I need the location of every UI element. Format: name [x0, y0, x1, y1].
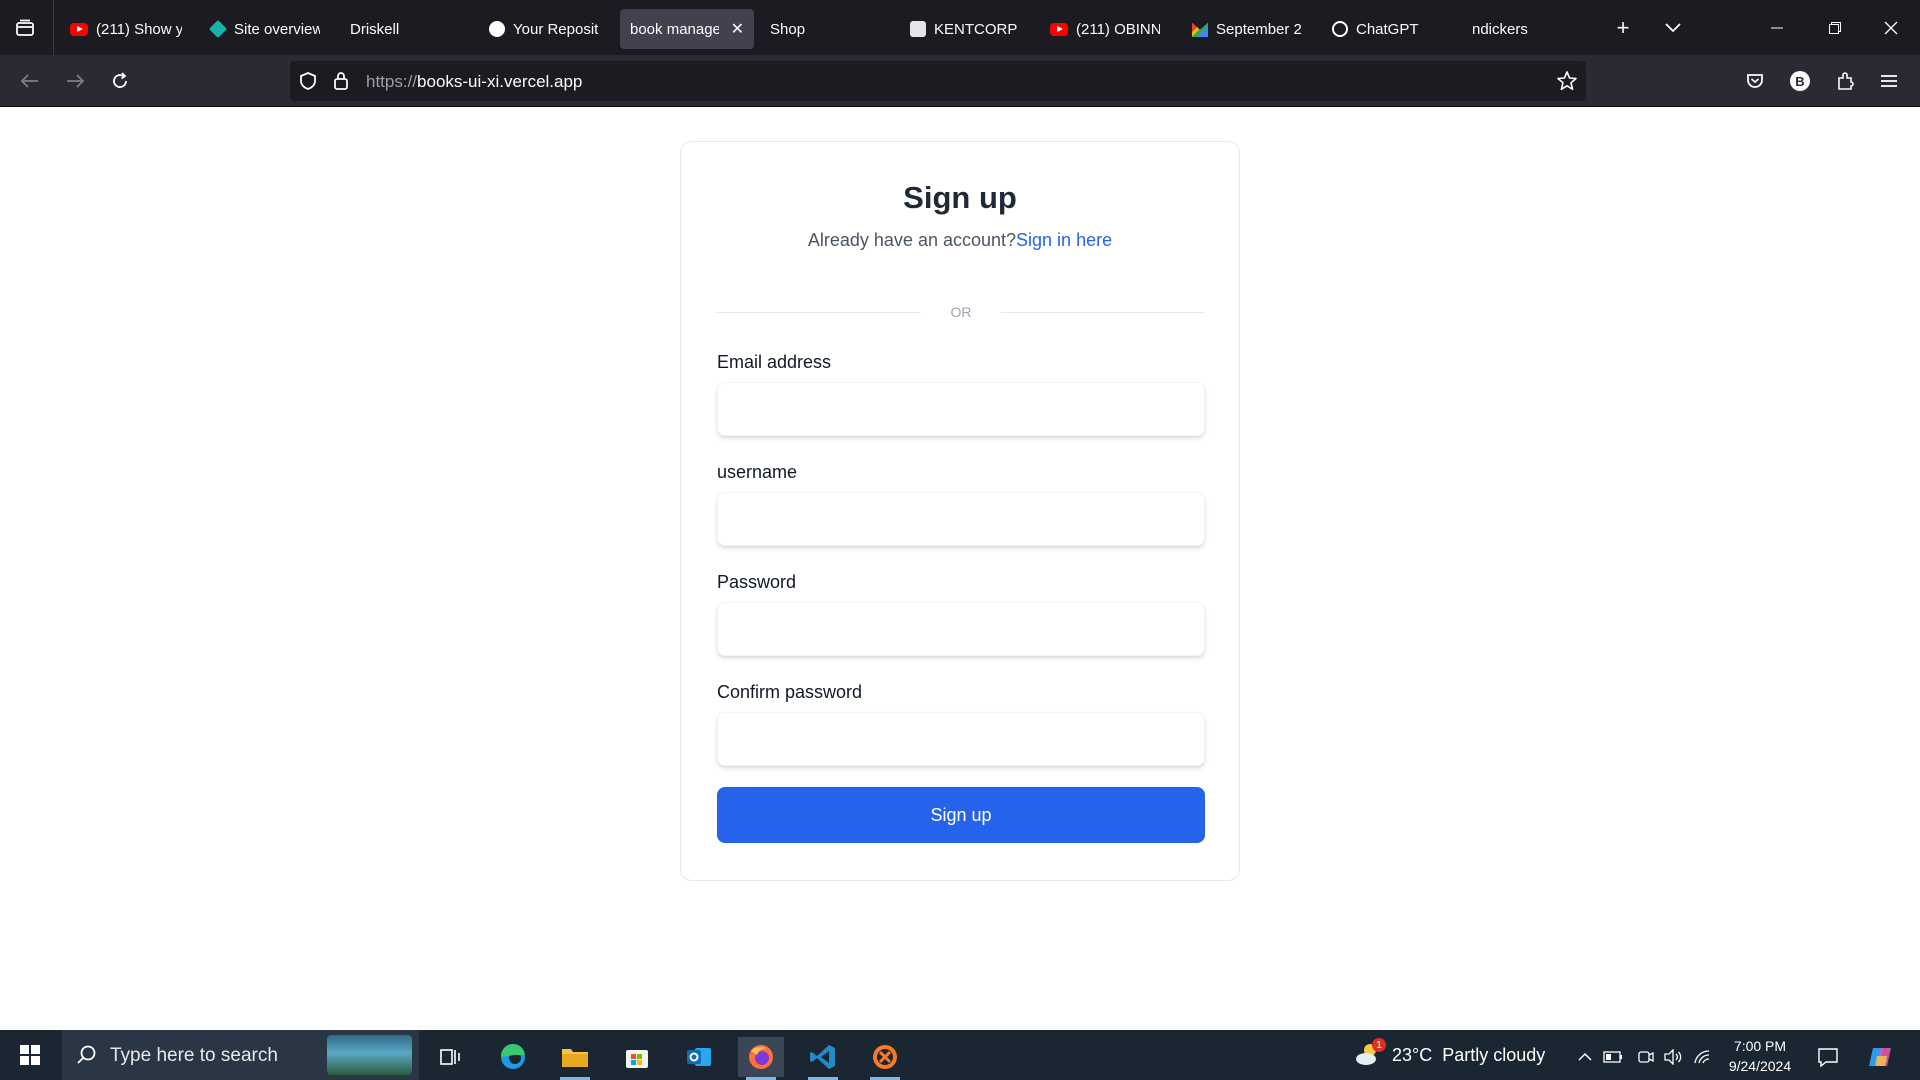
- new-tab-icon[interactable]: +: [1608, 14, 1638, 42]
- tab-label: (211) OBINN: [1076, 20, 1160, 38]
- pocket-icon[interactable]: [1738, 65, 1772, 97]
- username-field[interactable]: [717, 492, 1205, 546]
- tab-label: KENTCORP FI: [934, 20, 1020, 38]
- search-placeholder: Type here to search: [110, 1045, 278, 1066]
- restore-icon[interactable]: [1820, 14, 1850, 42]
- tab-site-overview[interactable]: Site overview: [200, 9, 330, 49]
- tab-label: Shop: [770, 20, 806, 38]
- close-window-icon[interactable]: [1876, 14, 1906, 42]
- copilot-icon[interactable]: [1858, 1037, 1902, 1077]
- password-field[interactable]: [717, 602, 1205, 656]
- youtube-icon: [1050, 22, 1068, 36]
- url-bar[interactable]: https://books-ui-xi.vercel.app: [290, 61, 1586, 101]
- battery-icon[interactable]: [1601, 1037, 1625, 1077]
- page-title: Sign up: [903, 180, 1017, 215]
- lock-icon[interactable]: [332, 70, 350, 97]
- back-icon[interactable]: [13, 65, 47, 97]
- tab-label: ChatGPT: [1356, 20, 1419, 38]
- email-field[interactable]: [717, 382, 1205, 436]
- tab-kentcorp[interactable]: KENTCORP FI: [900, 9, 1030, 49]
- close-tab-icon[interactable]: ✕: [731, 19, 744, 39]
- list-all-tabs-icon[interactable]: [1658, 14, 1688, 42]
- windows-start-icon[interactable]: [0, 1030, 60, 1080]
- file-explorer-icon[interactable]: [552, 1037, 598, 1080]
- vscode-icon[interactable]: [800, 1037, 846, 1080]
- clock-time: 7:00 PM: [1733, 1038, 1787, 1054]
- forward-icon[interactable]: [58, 65, 92, 97]
- browser-tab-strip: (211) Show y Site overview Driskell Your…: [0, 0, 1920, 55]
- weather-badge: 1: [1372, 1038, 1386, 1052]
- minimize-icon[interactable]: [1762, 14, 1792, 42]
- show-hidden-icons-icon[interactable]: [1573, 1037, 1597, 1077]
- xampp-icon[interactable]: [862, 1037, 908, 1080]
- tab-list-icon[interactable]: [10, 14, 40, 42]
- browser-navigation-bar: https://books-ui-xi.vercel.app B: [0, 55, 1920, 107]
- url-protocol: https://: [366, 72, 418, 91]
- weather-text: 23°C Partly cloudy: [1392, 1044, 1546, 1065]
- search-highlight-image[interactable]: [327, 1035, 412, 1075]
- weather-widget[interactable]: 1 23°C Partly cloudy: [1354, 1030, 1545, 1080]
- signup-button[interactable]: Sign up: [717, 787, 1205, 843]
- reload-icon[interactable]: [103, 65, 137, 97]
- chatgpt-icon: [1332, 21, 1348, 37]
- tab-driskell[interactable]: Driskell: [340, 9, 460, 49]
- email-label: Email address: [717, 352, 832, 372]
- windows-taskbar: Type here to search 1 23°C Partly cloudy: [0, 1030, 1920, 1080]
- gmail-icon: [1192, 22, 1208, 37]
- tab-gmail-september[interactable]: September 2: [1182, 9, 1312, 49]
- tab-shop[interactable]: Shop: [760, 9, 880, 49]
- tracking-shield-icon[interactable]: [298, 71, 318, 96]
- tab-label: September 2: [1216, 20, 1302, 38]
- menu-icon[interactable]: [1872, 65, 1906, 97]
- kentcorp-icon: [910, 21, 926, 37]
- profile-initial: B: [1790, 71, 1810, 91]
- taskbar-clock[interactable]: 7:00 PM 9/24/2024: [1710, 1036, 1810, 1076]
- confirm-password-field[interactable]: [717, 712, 1205, 766]
- search-icon: [76, 1044, 98, 1071]
- microsoft-store-icon[interactable]: [614, 1037, 660, 1077]
- notifications-icon[interactable]: [1806, 1037, 1850, 1077]
- github-icon: [489, 21, 505, 37]
- url-text[interactable]: https://books-ui-xi.vercel.app: [366, 72, 582, 92]
- firefox-icon[interactable]: [738, 1037, 784, 1080]
- tab-youtube-show[interactable]: (211) Show y: [60, 9, 192, 49]
- edge-icon[interactable]: [490, 1037, 536, 1077]
- youtube-icon: [70, 22, 88, 36]
- meet-now-icon[interactable]: [1634, 1037, 1658, 1077]
- tab-label: Your Reposito: [513, 20, 599, 38]
- partly-cloudy-icon: 1: [1354, 1038, 1386, 1070]
- url-host: books-ui-xi.vercel.app: [417, 72, 583, 91]
- tab-label: Site overview: [234, 20, 320, 38]
- username-label: username: [717, 462, 798, 482]
- tab-label: ndickers: [1472, 20, 1528, 38]
- profile-avatar[interactable]: B: [1783, 65, 1817, 97]
- volume-icon[interactable]: [1661, 1037, 1685, 1077]
- diamond-icon: [208, 19, 228, 39]
- divider-line-right: [1001, 312, 1205, 313]
- taskbar-search-box[interactable]: Type here to search: [62, 1030, 419, 1080]
- tab-book-manager[interactable]: book manager ✕: [620, 9, 754, 49]
- task-view-icon[interactable]: [427, 1037, 473, 1077]
- tab-label: (211) Show y: [96, 20, 182, 38]
- tab-label: Driskell: [350, 20, 400, 38]
- tab-label: book manager: [630, 20, 719, 38]
- tab-ndickers[interactable]: ndickers: [1462, 9, 1592, 49]
- tab-chatgpt[interactable]: ChatGPT: [1322, 9, 1452, 49]
- outlook-icon[interactable]: [676, 1037, 722, 1077]
- tab-your-repositories[interactable]: Your Reposito: [479, 9, 609, 49]
- bookmark-star-icon[interactable]: [1556, 70, 1578, 97]
- clock-date: 9/24/2024: [1728, 1058, 1792, 1074]
- signin-link[interactable]: Sign in here: [1016, 230, 1112, 250]
- signin-prompt-text: Already have an account?: [807, 230, 1017, 250]
- confirm-password-label: Confirm password: [717, 682, 863, 702]
- or-divider: OR: [717, 302, 1205, 322]
- password-label: Password: [717, 572, 797, 592]
- tab-youtube-obinna[interactable]: (211) OBINN: [1040, 9, 1170, 49]
- signin-prompt: Already have an account?Sign in here: [681, 230, 1239, 251]
- tab-separator: [53, 0, 54, 55]
- signup-card: Sign up Already have an account?Sign in …: [680, 141, 1240, 881]
- extensions-icon[interactable]: [1828, 65, 1862, 97]
